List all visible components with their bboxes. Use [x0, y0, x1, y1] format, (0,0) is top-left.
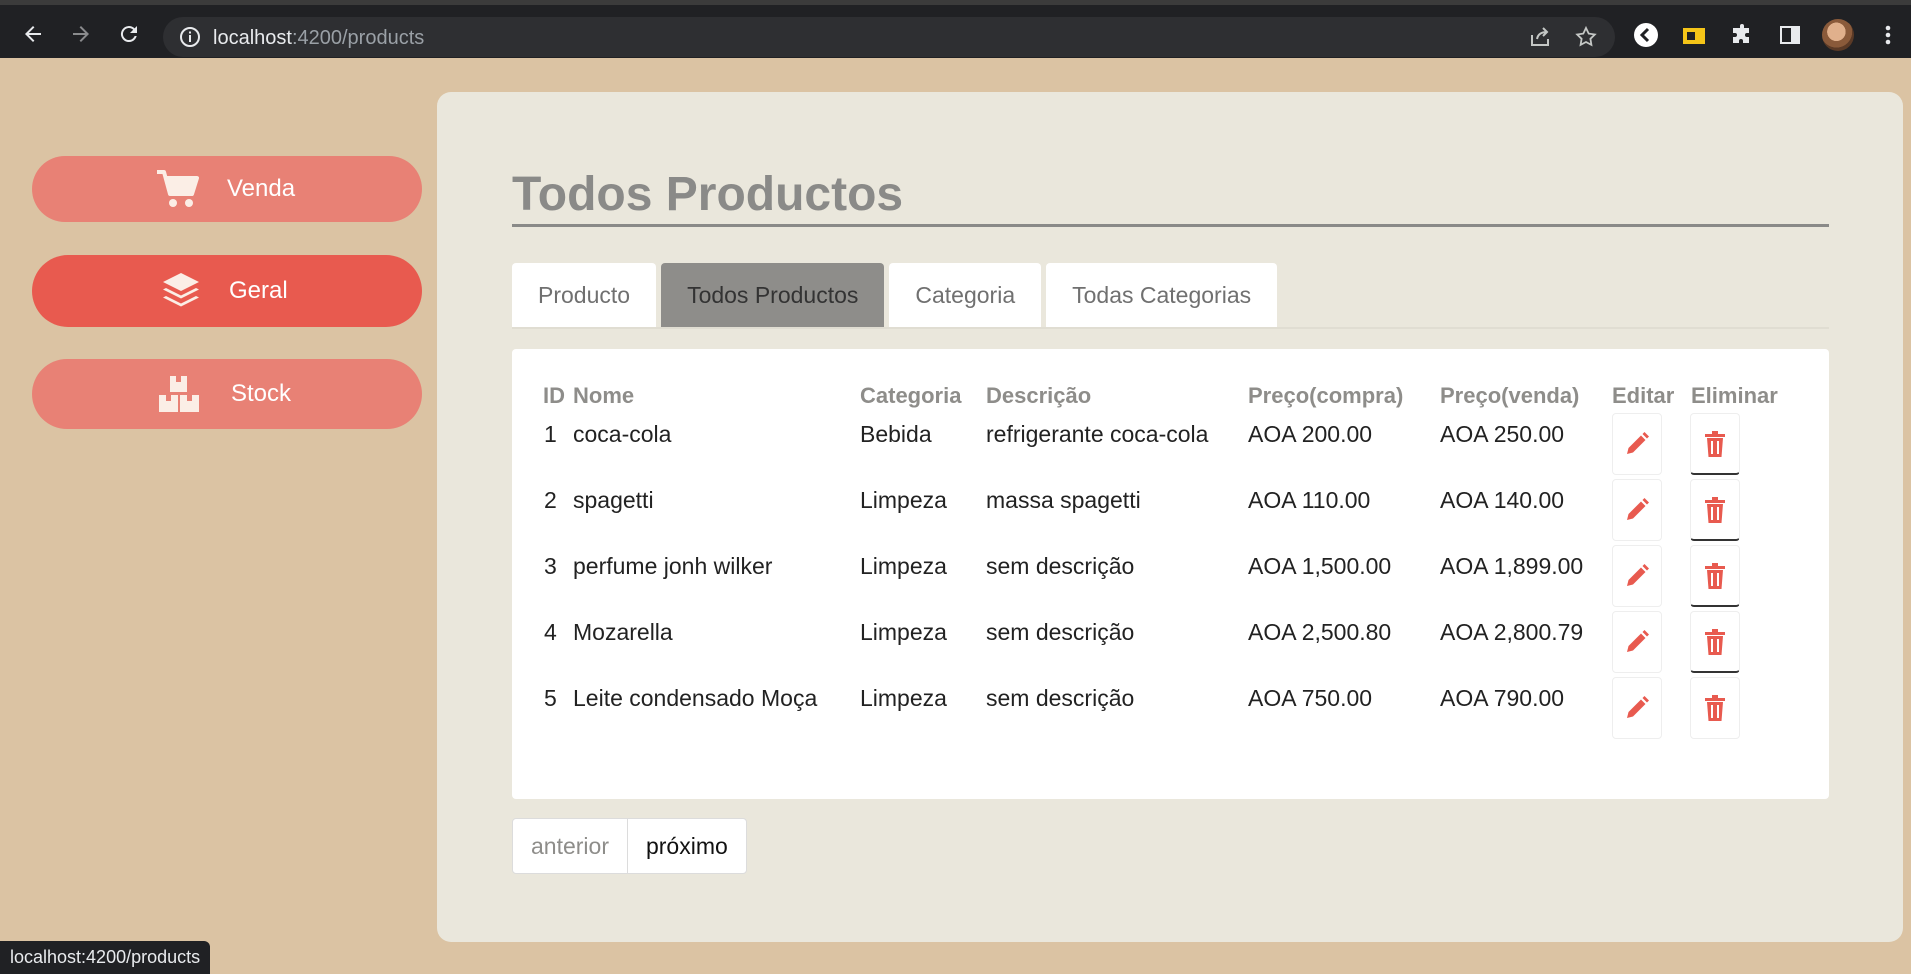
delete-button[interactable] [1690, 611, 1740, 673]
trash-icon [1705, 430, 1725, 457]
share-icon[interactable] [1528, 25, 1552, 49]
cell-nome: Leite condensado Moça [573, 685, 818, 711]
tab-producto[interactable]: Producto [512, 263, 657, 327]
cell-preco-venda: AOA 140.00 [1440, 487, 1565, 513]
trash-icon [1705, 562, 1725, 589]
url-path: :4200/products [291, 27, 425, 49]
cell-nome: Mozarella [573, 619, 673, 645]
cell-preco-compra: AOA 110.00 [1248, 487, 1371, 513]
pencil-icon [1627, 432, 1649, 454]
reload-icon[interactable] [114, 19, 144, 49]
edit-button[interactable] [1612, 611, 1662, 673]
page-title: Todos Productos [512, 168, 904, 221]
tab-todas-categorias[interactable]: Todas Categorias [1046, 263, 1278, 327]
pagination: anterior próximo [512, 818, 747, 874]
column-header-id: ID [543, 383, 565, 408]
products-table: ID Nome Categoria Descrição Preço(compra… [512, 349, 1829, 799]
main-panel: Todos Productos Producto Todos Productos… [437, 92, 1903, 942]
column-header-descricao: Descrição [986, 383, 1092, 408]
pencil-icon [1627, 630, 1649, 652]
cell-id: 3 [544, 553, 557, 579]
sidebar-item-venda[interactable]: Venda [32, 156, 422, 222]
edit-button[interactable] [1612, 413, 1662, 475]
previous-page-button[interactable]: anterior [513, 819, 628, 873]
sidebar-item-stock[interactable]: Stock [32, 359, 422, 429]
cell-preco-compra: AOA 750.00 [1248, 685, 1373, 711]
sidebar-item-label: Stock [231, 380, 292, 407]
delete-button[interactable] [1690, 545, 1740, 607]
column-header-categoria: Categoria [860, 383, 962, 408]
cell-categoria: Limpeza [860, 619, 947, 645]
tab-bar: Producto Todos Productos Categoria Todas… [512, 263, 1278, 327]
site-info-icon[interactable] [179, 26, 201, 48]
tabs-divider [512, 327, 1829, 329]
pencil-icon [1627, 564, 1649, 586]
column-header-nome: Nome [573, 383, 635, 408]
edit-button[interactable] [1612, 677, 1662, 739]
edit-button[interactable] [1612, 545, 1662, 607]
cell-preco-venda: AOA 250.00 [1440, 421, 1565, 447]
menu-kebab-icon[interactable] [1875, 22, 1901, 48]
cell-id: 1 [544, 421, 557, 447]
cell-descricao: sem descrição [986, 553, 1135, 579]
tab-todos-productos[interactable]: Todos Productos [661, 263, 885, 327]
next-page-button[interactable]: próximo [628, 819, 746, 873]
sidebar-item-label: Venda [227, 175, 296, 202]
side-panel-icon[interactable] [1777, 22, 1803, 48]
title-divider [512, 224, 1829, 227]
cell-preco-venda: AOA 1,899.00 [1440, 553, 1584, 579]
cell-preco-compra: AOA 1,500.00 [1248, 553, 1392, 579]
trash-icon [1705, 628, 1725, 655]
cell-preco-compra: AOA 2,500.80 [1248, 619, 1392, 645]
cell-preco-compra: AOA 200.00 [1248, 421, 1373, 447]
cell-descricao: sem descrição [986, 685, 1135, 711]
address-bar[interactable]: localhost:4200/products [163, 17, 1615, 57]
sidebar-item-label: Geral [229, 277, 288, 304]
edit-button[interactable] [1612, 479, 1662, 541]
delete-button[interactable] [1690, 413, 1740, 475]
cell-nome: spagetti [573, 487, 654, 513]
trash-icon [1705, 695, 1725, 721]
url-text: localhost:4200/products [213, 27, 424, 50]
pencil-icon [1627, 696, 1649, 718]
profile-avatar[interactable] [1822, 19, 1854, 51]
cart-icon [154, 166, 200, 212]
cell-categoria: Limpeza [860, 685, 947, 711]
layers-icon [158, 268, 204, 314]
column-header-preco-compra: Preço(compra) [1248, 383, 1404, 408]
column-header-editar: Editar [1612, 383, 1675, 408]
cell-descricao: sem descrição [986, 619, 1135, 645]
status-bar-url: localhost:4200/products [0, 941, 211, 974]
boxes-icon [156, 371, 202, 417]
back-icon[interactable] [18, 19, 48, 49]
browser-toolbar: localhost:4200/products [0, 0, 1911, 58]
cell-id: 4 [544, 619, 557, 645]
cell-nome: perfume jonh wilker [573, 553, 773, 579]
sidebar-item-geral[interactable]: Geral [32, 255, 422, 327]
cell-preco-venda: AOA 790.00 [1440, 685, 1565, 711]
bookmark-star-icon[interactable] [1574, 25, 1598, 49]
delete-button[interactable] [1690, 479, 1740, 541]
cell-categoria: Limpeza [860, 553, 947, 579]
column-header-eliminar: Eliminar [1691, 383, 1778, 408]
cell-nome: coca-cola [573, 421, 672, 447]
cell-preco-venda: AOA 2,800.79 [1440, 619, 1584, 645]
pencil-icon [1627, 498, 1649, 520]
delete-button[interactable] [1690, 677, 1740, 739]
extension-folder-icon[interactable] [1681, 22, 1707, 48]
cell-categoria: Limpeza [860, 487, 947, 513]
url-host: localhost [213, 27, 292, 49]
cell-id: 2 [544, 487, 557, 513]
cell-id: 5 [544, 685, 557, 711]
extension-arrow-icon[interactable] [1633, 22, 1659, 48]
cell-descricao: refrigerante coca-cola [986, 421, 1209, 447]
trash-icon [1705, 496, 1725, 523]
forward-icon[interactable] [66, 19, 96, 49]
tab-categoria[interactable]: Categoria [889, 263, 1042, 327]
column-header-preco-venda: Preço(venda) [1440, 383, 1580, 408]
cell-descricao: massa spagetti [986, 487, 1141, 513]
extensions-puzzle-icon[interactable] [1729, 22, 1755, 48]
cell-categoria: Bebida [860, 421, 932, 447]
